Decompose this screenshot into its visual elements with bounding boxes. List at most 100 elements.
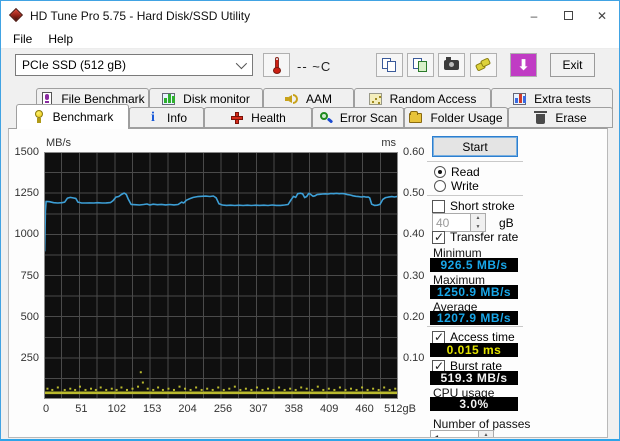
- read-radio-row[interactable]: Read: [434, 165, 480, 179]
- x-axis-tick: 512gB: [384, 403, 416, 415]
- write-radio[interactable]: [434, 180, 446, 192]
- access-time-label: Access time: [450, 330, 515, 344]
- read-radio[interactable]: [434, 166, 446, 178]
- maximize-button[interactable]: [551, 1, 585, 30]
- right-axis-tick: 0.20: [403, 310, 425, 323]
- tab-error-scan[interactable]: Error Scan: [312, 107, 404, 128]
- trash-icon: [534, 110, 548, 125]
- left-axis-tick: 1000: [14, 228, 39, 241]
- separator: [427, 195, 523, 196]
- left-axis-tick: 1500: [14, 146, 39, 158]
- menu-file[interactable]: File: [5, 30, 40, 48]
- tab-label: Disk monitor: [183, 91, 250, 106]
- tab-label: Health: [251, 110, 286, 125]
- start-button[interactable]: Start: [432, 136, 518, 157]
- tab-disk-monitor[interactable]: Disk monitor: [149, 88, 263, 109]
- x-axis-tick: 358: [284, 403, 303, 415]
- access-time-checkbox[interactable]: [432, 330, 445, 344]
- benchmark-chart: [43, 151, 399, 400]
- drive-select-dropdown[interactable]: PCIe SSD (512 gB): [15, 54, 253, 76]
- camera-icon: [444, 57, 459, 70]
- x-axis-tick: 409: [320, 403, 339, 415]
- x-axis-tick: 0: [42, 403, 50, 415]
- exit-button[interactable]: Exit: [550, 53, 595, 77]
- read-radio-label: Read: [451, 165, 480, 179]
- transfer-rate-row[interactable]: Transfer rate: [432, 230, 518, 244]
- tab-erase[interactable]: Erase: [508, 107, 613, 128]
- title-bar: HD Tune Pro 5.75 - Hard Disk/SSD Utility…: [1, 1, 619, 30]
- left-axis-tick: 1250: [14, 187, 39, 200]
- right-axis-tick: 0.40: [403, 228, 425, 241]
- short-stroke-label: Short stroke: [450, 199, 515, 213]
- copy-text-icon: [382, 57, 397, 73]
- extra-tests-icon: [513, 92, 527, 106]
- temperature-readout: -- ~C: [297, 59, 332, 74]
- maximize-icon: [563, 11, 573, 20]
- copy-image-button[interactable]: [407, 53, 434, 77]
- minimum-value: 926.5 MB/s: [430, 258, 518, 272]
- separator: [427, 161, 523, 162]
- close-button[interactable]: ✕: [585, 1, 619, 30]
- right-axis-tick: 0.50: [403, 187, 425, 200]
- tab-folder-usage[interactable]: Folder Usage: [404, 107, 508, 128]
- transfer-rate-label: Transfer rate: [450, 230, 519, 244]
- benchmark-content-panel: MB/s ms 1500 1250 1000 750 500 250 0.60 0.50 0.40 0…: [8, 128, 608, 438]
- chevron-down-icon: [235, 57, 248, 70]
- tab-label: Extra tests: [534, 91, 591, 106]
- access-time-row[interactable]: Access time: [432, 330, 515, 344]
- left-axis-unit: MB/s: [46, 137, 72, 149]
- tab-info[interactable]: i Info: [129, 107, 204, 128]
- left-axis-tick: 500: [20, 310, 39, 323]
- short-stroke-unit-label: gB: [499, 216, 514, 230]
- benchmark-bulb-icon: [32, 110, 46, 124]
- tab-label: Random Access: [389, 91, 477, 106]
- info-icon: i: [151, 109, 155, 125]
- tab-label: Error Scan: [339, 110, 398, 125]
- save-results-button[interactable]: [470, 53, 497, 77]
- x-axis-tick: 256: [213, 403, 233, 415]
- tab-aam[interactable]: AAM: [263, 88, 354, 109]
- random-access-icon: [368, 92, 383, 106]
- disk-monitor-icon: [162, 92, 176, 106]
- passes-label: Number of passes: [433, 417, 531, 431]
- x-axis-tick: 153: [143, 403, 162, 415]
- x-axis-tick: 307: [249, 403, 268, 415]
- x-axis-tick: 51: [75, 403, 88, 415]
- access-time-value: 0.015 ms: [430, 343, 518, 357]
- write-radio-row[interactable]: Write: [434, 179, 479, 193]
- burst-rate-value: 519.3 MB/s: [430, 371, 518, 385]
- transfer-rate-checkbox[interactable]: [432, 230, 445, 244]
- tab-label: Info: [166, 110, 187, 125]
- copy-image-icon: [413, 57, 428, 73]
- update-download-button[interactable]: ⬇: [510, 53, 537, 77]
- short-stroke-row[interactable]: Short stroke: [432, 199, 515, 213]
- temperature-button[interactable]: [263, 53, 290, 77]
- window-title: HD Tune Pro 5.75 - Hard Disk/SSD Utility: [30, 8, 251, 23]
- magnifier-icon: [319, 111, 334, 125]
- health-cross-icon: [230, 111, 244, 125]
- copy-text-button[interactable]: [376, 53, 403, 77]
- drive-select-value: PCIe SSD (512 gB): [22, 58, 127, 72]
- average-value: 1207.9 MB/s: [430, 311, 518, 325]
- menu-help[interactable]: Help: [40, 30, 81, 48]
- tab-extra-tests[interactable]: Extra tests: [491, 88, 613, 109]
- x-axis-tick: 102: [107, 403, 126, 415]
- tab-random-access[interactable]: Random Access: [354, 88, 491, 109]
- minimize-button[interactable]: –: [517, 1, 551, 30]
- app-logo-icon: [8, 7, 24, 23]
- thermometer-icon: [272, 56, 281, 74]
- short-stroke-checkbox[interactable]: [432, 199, 445, 213]
- folder-icon: [409, 110, 423, 125]
- right-axis-tick: 0.10: [403, 351, 425, 364]
- tab-health[interactable]: Health: [204, 107, 312, 128]
- stepper-up-icon[interactable]: ▲: [479, 431, 493, 437]
- write-radio-label: Write: [451, 179, 479, 193]
- tab-label: Erase: [555, 110, 587, 125]
- tab-benchmark[interactable]: Benchmark: [16, 104, 129, 129]
- chart-plot-area: [43, 151, 399, 400]
- tab-label: Benchmark: [52, 110, 114, 124]
- download-arrow-icon: ⬇: [517, 56, 530, 74]
- passes-stepper[interactable]: 1 ▲▼: [430, 430, 494, 437]
- screenshot-button[interactable]: [438, 53, 465, 77]
- stepper-up-icon[interactable]: ▲: [471, 214, 485, 223]
